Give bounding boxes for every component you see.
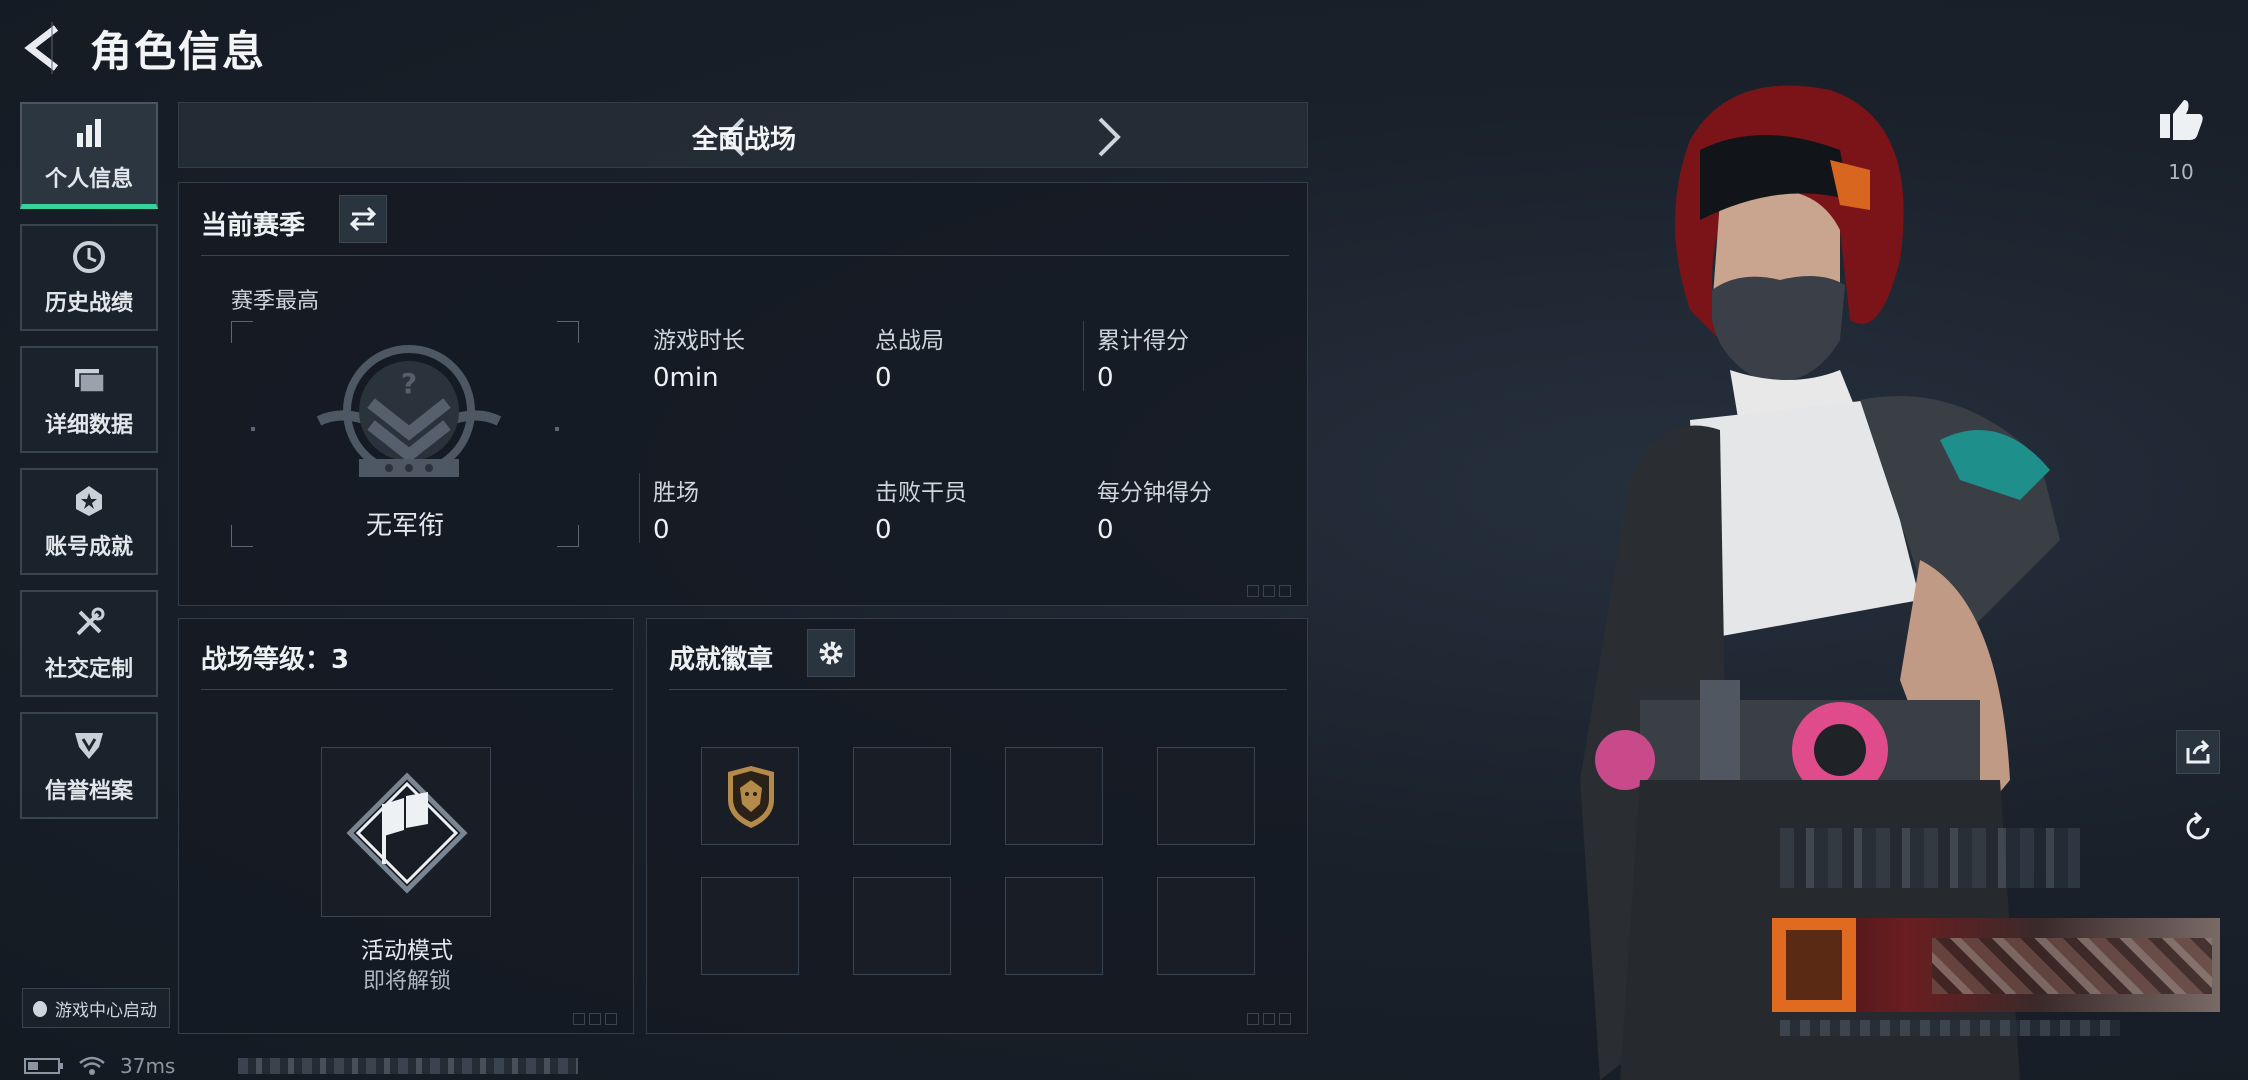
- svg-text:?: ?: [401, 367, 417, 400]
- sidebar-item-label: 详细数据: [44, 412, 133, 438]
- blurred-status-text: [238, 1058, 578, 1074]
- badge-slot-empty[interactable]: [1157, 747, 1255, 845]
- badge-settings-button[interactable]: [807, 629, 855, 677]
- stat-label: 游戏时长: [653, 328, 745, 354]
- stat-label: 击败干员: [875, 480, 967, 506]
- badge-slot-empty[interactable]: [1005, 747, 1103, 845]
- game-center-label: 游戏中心启动: [55, 1000, 157, 1021]
- gear-icon: [819, 641, 843, 665]
- medal-icon: [76, 485, 102, 516]
- battery-icon: [24, 1058, 63, 1074]
- clock-icon: [73, 240, 105, 273]
- badge-slot-empty[interactable]: [853, 877, 951, 975]
- badge-slot-filled[interactable]: [701, 747, 799, 845]
- season-switch-button[interactable]: [339, 195, 387, 243]
- swap-icon: [349, 206, 377, 232]
- obscured-player-name: [1780, 828, 2080, 888]
- stat-separator: [1083, 321, 1084, 391]
- sidebar-item-label: 信誉档案: [44, 778, 133, 804]
- nameplate-avatar: [1772, 918, 1856, 1012]
- chevron-right-icon[interactable]: [1094, 115, 1124, 159]
- status-bar: 37ms: [24, 1054, 175, 1078]
- mode-switcher: 全面战场: [178, 102, 1308, 168]
- rank-label: 无军衔: [365, 511, 444, 541]
- sidebar-item-detailed-data[interactable]: 详细数据: [20, 346, 158, 453]
- stat-value: 0: [1097, 515, 1114, 545]
- obscured-nameplate-content: [1932, 938, 2212, 994]
- share-icon: [2186, 739, 2210, 764]
- battlefield-level-title: 战场等级：3: [201, 645, 350, 675]
- achievement-badges-panel: 成就徽章: [646, 618, 1308, 1034]
- sidebar-item-personal-info[interactable]: 个人信息: [20, 102, 158, 209]
- season-best-label: 赛季最高: [231, 289, 320, 314]
- folder-icon: [75, 368, 105, 393]
- sidebar-item-label: 账号成就: [44, 534, 133, 560]
- stat-separator: [639, 473, 640, 543]
- achievement-badges-title: 成就徽章: [669, 645, 774, 675]
- stat-label: 每分钟得分: [1097, 480, 1212, 506]
- stat-value: 0: [875, 515, 892, 545]
- battlefield-level-panel: 战场等级：3 活动模式 即将解锁: [178, 618, 634, 1034]
- player-nameplate[interactable]: [1772, 918, 2220, 1012]
- back-arrow-icon[interactable]: [22, 22, 68, 74]
- wifi-icon: [79, 1056, 105, 1075]
- corner-decoration: [573, 1013, 625, 1025]
- penguin-icon: [33, 1001, 47, 1017]
- event-mode-status: 即将解锁: [362, 969, 451, 994]
- rank-emblem-icon: ?: [316, 345, 502, 477]
- event-mode-name: 活动模式: [361, 938, 453, 964]
- flag-diamond-icon: [346, 772, 468, 894]
- rotate-button[interactable]: [2176, 806, 2220, 850]
- share-button[interactable]: [2176, 730, 2220, 774]
- sidebar-item-achievements[interactable]: 账号成就: [20, 468, 158, 575]
- sidebar-item-label: 个人信息: [44, 167, 133, 192]
- season-divider: [201, 255, 1289, 256]
- tools-icon: [76, 607, 105, 635]
- season-panel: 当前赛季 赛季最高 ? 无军衔 游戏时长 0min 总战局 0 累计得分 0 胜…: [178, 182, 1308, 606]
- sidebar-item-label: 历史战绩: [44, 290, 133, 316]
- stat-label: 累计得分: [1097, 328, 1189, 354]
- corner-decoration: [1247, 1013, 1299, 1025]
- level-divider: [201, 689, 613, 690]
- stat-value: 0: [875, 363, 892, 393]
- badge-slot-empty[interactable]: [701, 877, 799, 975]
- badge-slot-empty[interactable]: [1157, 877, 1255, 975]
- game-center-launch-button[interactable]: 游戏中心启动: [22, 988, 170, 1028]
- sidebar-item-credit-file[interactable]: 信誉档案: [20, 712, 158, 819]
- stat-value: 0: [653, 515, 670, 545]
- corner-decoration: [1247, 585, 1299, 597]
- badge-divider: [669, 689, 1287, 690]
- sidebar-nav: 个人信息 历史战绩 详细数据 账号成就 社交定制 信誉档案: [20, 102, 160, 834]
- bar-chart-icon: [77, 119, 101, 147]
- thumbs-up-icon[interactable]: [2158, 96, 2204, 142]
- sidebar-item-label: 社交定制: [44, 656, 133, 682]
- page-title: 角色信息: [90, 27, 267, 76]
- badge-slot-empty[interactable]: [1005, 877, 1103, 975]
- event-mode-card[interactable]: [321, 747, 491, 917]
- season-title: 当前赛季: [201, 211, 306, 241]
- shield-icon: [75, 732, 103, 759]
- like-count: 10: [2168, 160, 2194, 184]
- obscured-nameplate-subtext: [1780, 1020, 2120, 1036]
- stat-value: 0: [1097, 363, 1114, 393]
- sidebar-item-social-custom[interactable]: 社交定制: [20, 590, 158, 697]
- mode-title: 全面战场: [691, 125, 796, 155]
- stat-value: 0min: [653, 363, 719, 393]
- badge-slot-empty[interactable]: [853, 747, 951, 845]
- sidebar-item-history[interactable]: 历史战绩: [20, 224, 158, 331]
- stat-label: 总战局: [875, 328, 944, 354]
- rotate-icon: [2186, 811, 2210, 840]
- ping-value: 37ms: [120, 1054, 176, 1078]
- stat-label: 胜场: [653, 480, 699, 506]
- lion-badge-icon: [728, 766, 774, 828]
